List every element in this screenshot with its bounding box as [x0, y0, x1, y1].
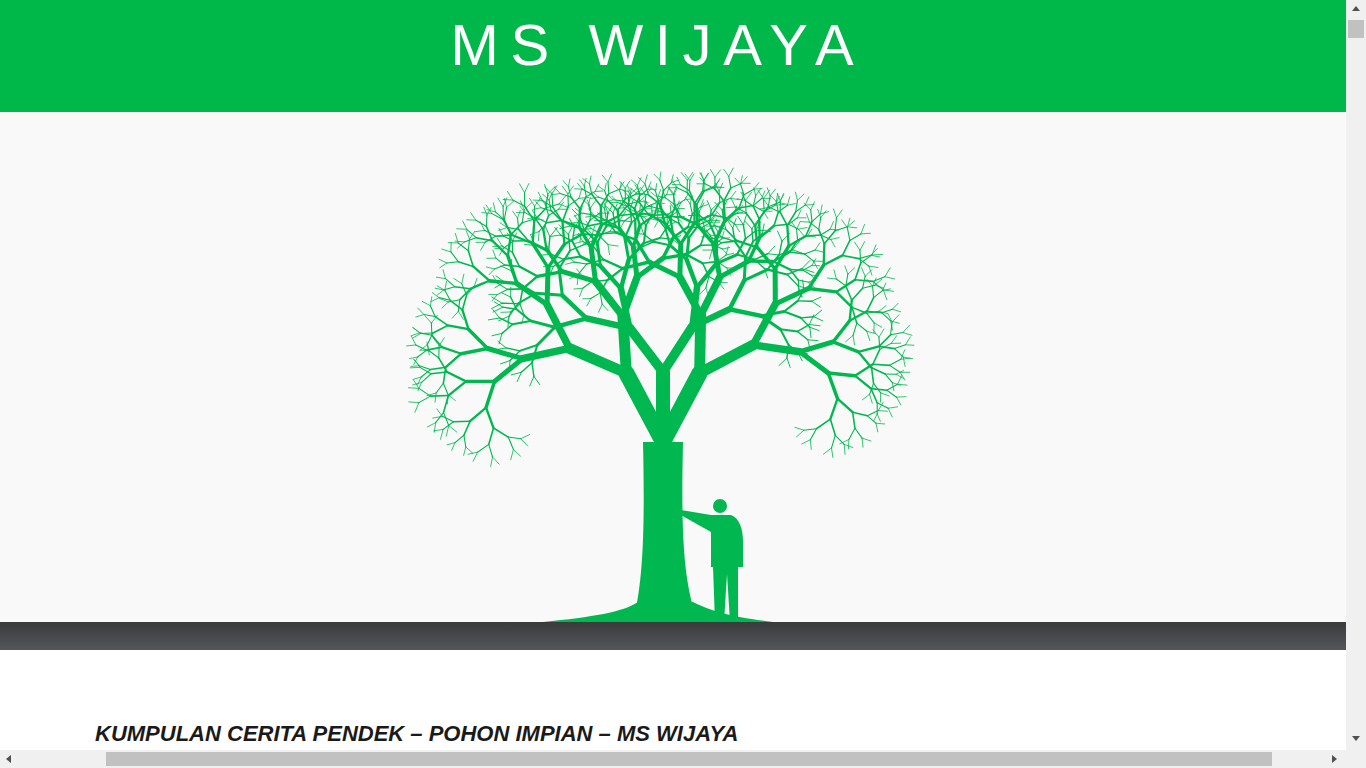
site-title: MS WIJAYA [451, 8, 866, 82]
tree-roots-icon [543, 602, 773, 622]
scroll-right-icon[interactable] [1331, 754, 1341, 764]
scroll-left-icon[interactable] [5, 754, 15, 764]
tree-logo-icon [393, 112, 933, 622]
header-banner [0, 112, 1346, 622]
vertical-scrollbar[interactable] [1346, 0, 1366, 750]
tree-trunk-icon [633, 442, 698, 622]
blog-page: MS WIJAYA KUMPULAN CERITA PENDEK – POHON … [0, 0, 1346, 750]
scroll-up-icon[interactable] [1351, 5, 1361, 15]
horizontal-scrollbar[interactable] [0, 750, 1366, 768]
nav-bar [0, 622, 1346, 650]
scroll-down-icon[interactable] [1351, 735, 1361, 745]
tree-branches-icon [407, 168, 914, 466]
viewport: MS WIJAYA KUMPULAN CERITA PENDEK – POHON … [0, 0, 1366, 750]
horizontal-scroll-thumb[interactable] [106, 752, 1272, 766]
site-header: MS WIJAYA [0, 0, 1346, 112]
browser-page: MS WIJAYA KUMPULAN CERITA PENDEK – POHON … [0, 0, 1366, 768]
post-title[interactable]: KUMPULAN CERITA PENDEK – POHON IMPIAN – … [95, 720, 738, 748]
post-area: KUMPULAN CERITA PENDEK – POHON IMPIAN – … [0, 650, 1346, 750]
person-icon [679, 499, 743, 622]
vertical-scroll-thumb[interactable] [1348, 20, 1364, 38]
